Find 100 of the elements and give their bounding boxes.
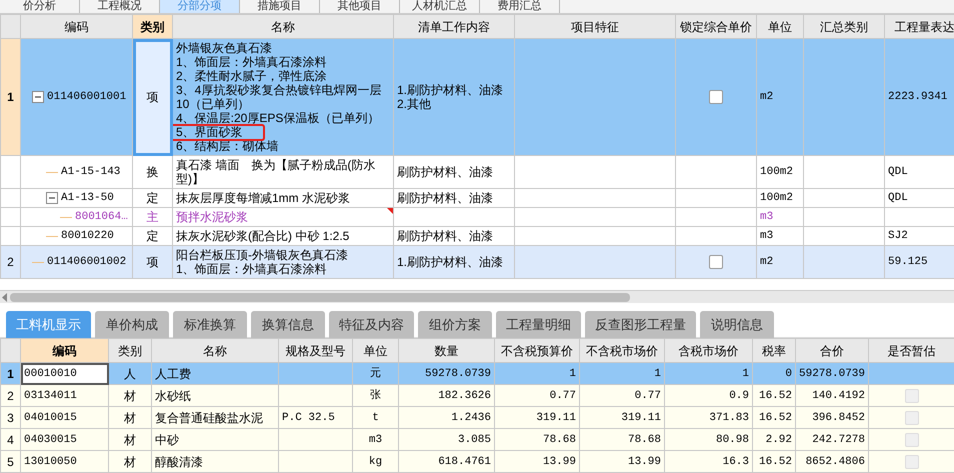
column-header[interactable]: 数量: [398, 338, 494, 362]
cell-text: 16.3: [722, 456, 749, 468]
tab[interactable]: 工程量明细: [496, 311, 581, 338]
item-code: 8001064…: [75, 210, 128, 224]
tab[interactable]: 标准换算: [173, 311, 247, 338]
column-header[interactable]: 含税市场价: [664, 338, 752, 362]
name-text: 预拌水泥砂浆: [176, 210, 248, 224]
name-text: 外墙银灰色真石漆: [176, 41, 272, 55]
column-header[interactable]: 合价: [796, 338, 868, 362]
work-content-text: 刷防护材料、油漆: [397, 165, 493, 179]
item-code: A1-13-50: [61, 191, 114, 205]
column-header[interactable]: 项目特征: [514, 14, 676, 38]
work-content-text: 刷防护材料、油漆: [397, 191, 493, 205]
column-header[interactable]: 规格及型号: [278, 338, 352, 362]
cell-text: 80.98: [716, 434, 749, 446]
column-header[interactable]: 类别: [132, 14, 172, 38]
collapse-icon[interactable]: [46, 192, 58, 204]
column-header[interactable]: 单位: [756, 14, 804, 38]
column-header[interactable]: 汇总类别: [804, 14, 884, 38]
cell-text: 78.68: [628, 434, 661, 446]
row-number: 5: [7, 454, 14, 468]
cell-text: 371.83: [709, 412, 749, 424]
name-text: 真石漆 墙面 换为【腻子粉成品(防水型)】: [176, 158, 390, 186]
cell-text: m3: [368, 434, 382, 446]
column-header[interactable]: 名称: [152, 338, 278, 362]
unit-text: 100m2: [760, 166, 794, 178]
cell-text: 0.77: [634, 390, 661, 402]
category-cell: 主: [132, 208, 172, 226]
cell-text: 人: [124, 366, 136, 380]
tab[interactable]: 特征及内容: [329, 311, 414, 338]
cell-text: 材: [124, 432, 136, 446]
name-text: 3、4厚抗裂砂浆复合热镀锌电焊网一层: [176, 83, 382, 97]
work-content-text: 1.刷防护材料、油漆: [397, 83, 504, 97]
unit-text: m3: [760, 211, 774, 223]
cell-text: P.C 32.5: [282, 412, 335, 424]
column-header[interactable]: 清单工作内容: [394, 14, 514, 38]
cell-text: 13.99: [542, 456, 576, 468]
item-code: A1-15-143: [61, 165, 120, 179]
cell-text: 59278.0739: [799, 368, 866, 380]
name-text: 1、饰面层：外墙真石漆涂料: [176, 55, 327, 69]
column-header[interactable]: 不含税预算价: [494, 338, 580, 362]
tab[interactable]: 换算信息: [251, 311, 325, 338]
cell-text: 78.68: [542, 434, 576, 446]
tab[interactable]: 单价构成: [95, 311, 169, 338]
cell-text: 242.7278: [812, 434, 865, 446]
expression-text: QDL: [888, 192, 908, 204]
cell-text: 醇酸清漆: [155, 454, 203, 468]
cell-text: 59278.0739: [424, 368, 491, 380]
cell-text: 16.52: [758, 412, 792, 424]
tab[interactable]: 组价方案: [418, 311, 492, 338]
cell-text: 3.085: [458, 434, 491, 446]
column-header[interactable]: 编码: [20, 338, 108, 362]
cell-text: 1: [654, 368, 661, 380]
category-cell: 项: [132, 38, 172, 156]
scroll-left-icon[interactable]: [2, 292, 8, 302]
name-text: 10（已单列）: [176, 97, 250, 111]
item-code: 011406001002: [47, 255, 126, 269]
cell-text: 人工费: [155, 366, 191, 380]
column-header[interactable]: 锁定综合单价: [676, 14, 756, 38]
cell-text: 2.92: [766, 434, 792, 446]
name-text: 4、保温层:20厚EPS保温板（已单列）: [176, 111, 380, 125]
checkbox[interactable]: [709, 90, 723, 104]
cell-text: 张: [370, 390, 381, 402]
name-text: 抹灰层厚度每增减1mm 水泥砂浆: [176, 191, 350, 205]
column-header[interactable]: 税率: [752, 338, 796, 362]
row-number: 2: [7, 388, 14, 402]
code-text: 04010015: [24, 412, 77, 424]
cell-text: 8652.4806: [806, 456, 865, 468]
unit-text: 100m2: [760, 192, 794, 204]
tab[interactable]: 反查图形工程量: [585, 311, 696, 338]
column-header[interactable]: 编码: [20, 14, 132, 38]
cell-text: 中砂: [155, 432, 179, 446]
column-header[interactable]: 单位: [352, 338, 398, 362]
cell-text: 319.11: [621, 412, 661, 424]
checkbox[interactable]: [709, 255, 723, 270]
code-text: 13010050: [24, 456, 77, 468]
column-header[interactable]: 是否暂估: [868, 338, 954, 362]
column-header[interactable]: 名称: [172, 14, 394, 38]
cell-text: 618.4761: [438, 456, 491, 468]
item-code: 011406001001: [47, 90, 126, 104]
item-code: 80010220: [61, 229, 114, 243]
unit-text: m2: [760, 91, 774, 103]
row-number: 1: [7, 90, 14, 104]
column-header[interactable]: 类别: [108, 338, 152, 362]
cell-text: 0: [785, 368, 792, 380]
category-cell: 项: [132, 246, 172, 278]
category-cell: 定: [132, 188, 172, 208]
cell-text: 0.77: [550, 390, 576, 402]
column-header[interactable]: 不含税市场价: [580, 338, 664, 362]
expression-text: 2223.9341: [888, 91, 948, 103]
scrollbar-thumb[interactable]: [10, 292, 630, 302]
row-number: 3: [7, 410, 14, 424]
cell-text: 319.11: [536, 412, 576, 424]
cell-text: 1: [742, 368, 749, 380]
column-header[interactable]: 工程量表达: [884, 14, 954, 38]
name-text: 2、柔性耐水腻子，弹性底涂: [176, 69, 327, 83]
cell-text: t: [372, 412, 379, 424]
cell-text: 材: [124, 410, 136, 424]
collapse-icon[interactable]: [32, 91, 44, 103]
tab[interactable]: 说明信息: [700, 311, 774, 338]
